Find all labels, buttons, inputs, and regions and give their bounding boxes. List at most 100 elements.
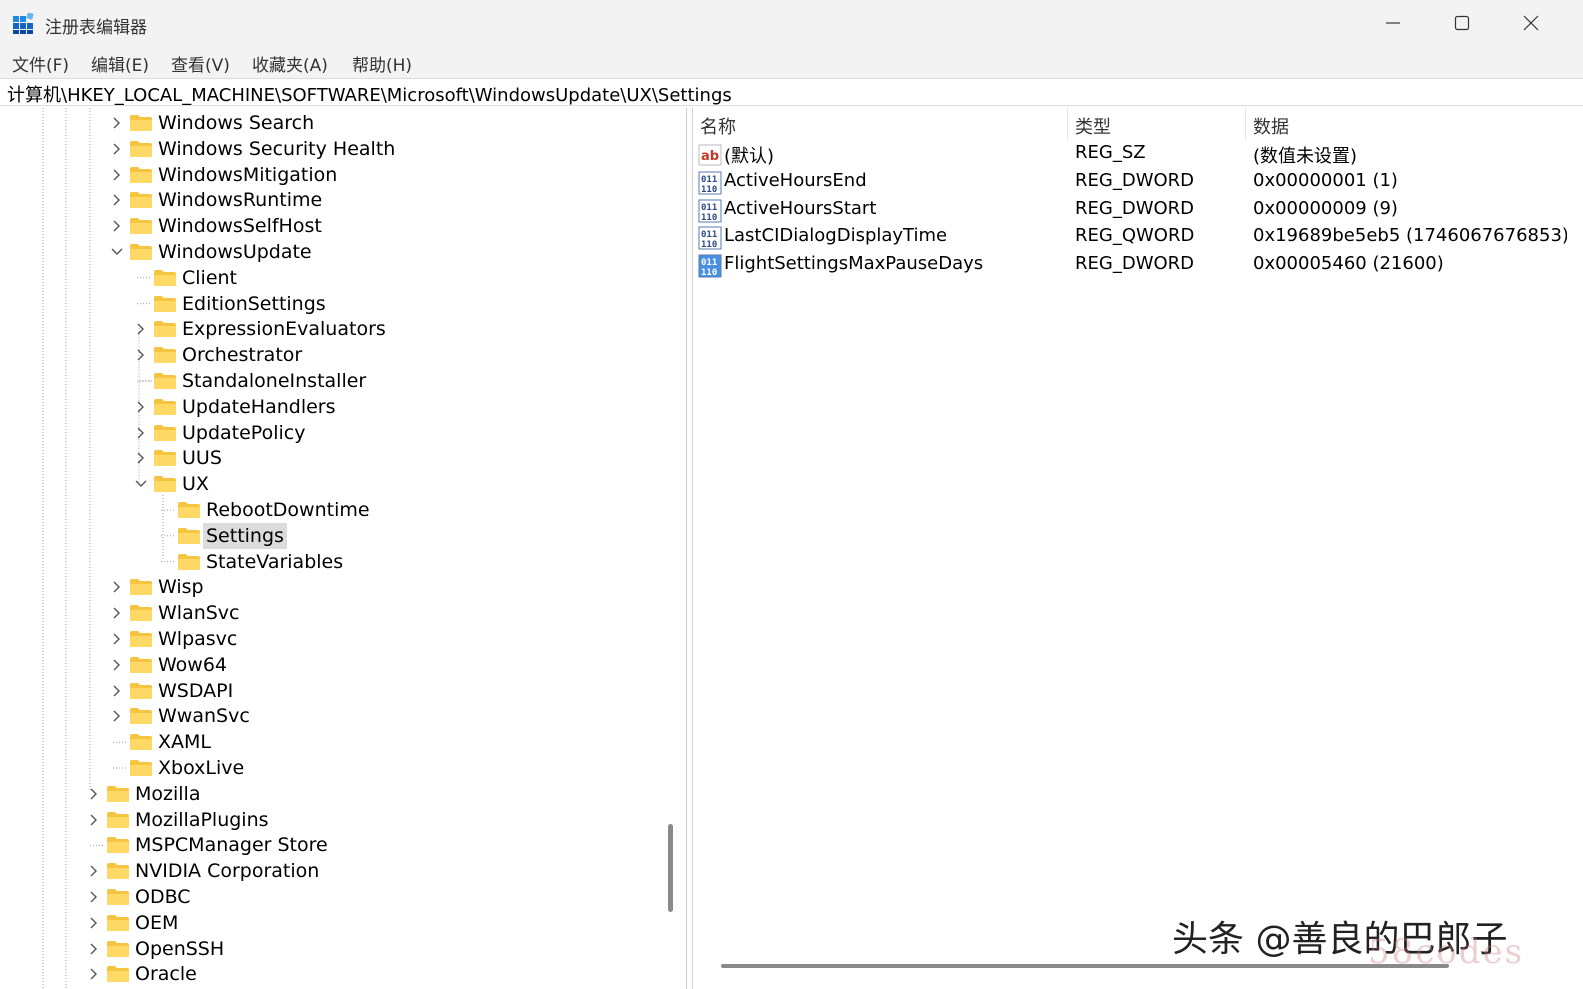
tree-node[interactable]: MSPCManager Store [86,832,603,858]
folder-icon [178,553,200,570]
address-bar[interactable]: 计算机\HKEY_LOCAL_MACHINE\SOFTWARE\Microsof… [0,78,1583,106]
chevron-right-icon[interactable] [86,966,102,982]
folder-icon [130,218,152,235]
value-row[interactable]: 011 110 LastCIDialogDisplayTime REG_QWORD 0x… [693,224,1567,252]
tree-node[interactable]: NVIDIA Corporation [86,858,603,884]
column-header-data[interactable]: 数据 [1253,113,1289,139]
column-header-name[interactable]: 名称 [700,113,736,139]
tree-node-label: WlanSvc [158,602,240,625]
key-tree-pane[interactable]: Windows Search Windows Security Health Win… [3,108,687,989]
tree-node[interactable]: UpdateHandlers [133,394,603,420]
menu-edit[interactable]: 编辑(E) [91,51,149,76]
chevron-right-icon[interactable] [109,115,125,131]
tree-node[interactable]: UUS [133,445,603,471]
tree-node[interactable]: Windows Security Health [109,136,603,162]
tree-node[interactable]: StateVariables [157,549,603,575]
chevron-right-icon[interactable] [133,450,149,466]
folder-icon [107,940,129,957]
column-separator[interactable] [1245,108,1246,140]
chevron-right-icon[interactable] [133,347,149,363]
tree-node-label: WindowsSelfHost [158,215,322,238]
tree-node-label: Settings [203,522,287,549]
tree-node[interactable]: Orchestrator [133,342,603,368]
tree-node[interactable]: Wisp [109,574,603,600]
menu-help[interactable]: 帮助(H) [352,51,412,76]
column-separator[interactable] [1067,108,1068,140]
tree-node[interactable]: WlanSvc [109,600,603,626]
chevron-right-icon[interactable] [86,889,102,905]
tree-node[interactable]: Windows Search [109,110,603,136]
tree-node[interactable]: Oracle [86,961,603,987]
chevron-right-icon[interactable] [86,786,102,802]
tree-node[interactable]: Wlpasvc [109,626,603,652]
value-row[interactable]: 011 110 ActiveHoursEnd REG_DWORD 0x00000001 … [693,169,1567,197]
maximize-button[interactable] [1439,0,1485,46]
tree-node[interactable]: ODBC [86,884,603,910]
binary-value-icon: 011110 [698,199,722,223]
tree-node[interactable]: Settings [157,522,603,549]
tree-node[interactable]: WwanSvc [109,703,603,729]
chevron-right-icon[interactable] [86,863,102,879]
chevron-right-icon[interactable] [109,683,125,699]
value-row[interactable]: 011 110 FlightSettingsMaxPauseDays REG_DWOR… [693,252,1567,280]
tree-node[interactable]: ExpressionEvaluators [133,316,603,342]
tree-node[interactable]: WindowsMitigation [109,162,603,188]
chevron-right-icon[interactable] [86,812,102,828]
tree-node[interactable]: WSDAPI [109,678,603,704]
value-row[interactable]: 011 110 ActiveHoursStart REG_DWORD 0x0000000… [693,197,1567,225]
folder-icon [130,734,152,751]
tree-node[interactable]: Client [133,265,603,291]
value-row[interactable]: ab (默认) REG_SZ (数值未设置) [693,141,1567,169]
chevron-right-icon[interactable] [109,631,125,647]
folder-icon [107,889,129,905]
column-header-type[interactable]: 类型 [1075,113,1111,139]
chevron-right-icon[interactable] [109,708,125,724]
menu-file[interactable]: 文件(F) [12,51,69,76]
tree-node[interactable]: OEM [86,910,603,936]
menu-bar: 文件(F) 编辑(E) 查看(V) 收藏夹(A) 帮助(H) [0,46,1583,78]
tree-node[interactable]: UpdatePolicy [133,420,603,446]
tree-node[interactable]: WindowsRuntime [109,187,603,213]
tree-node-label: MSPCManager Store [135,834,328,857]
folder-icon [130,605,152,622]
close-button[interactable] [1508,0,1554,46]
tree-node-label: WindowsUpdate [158,241,312,263]
chevron-right-icon[interactable] [109,657,125,673]
tree-node[interactable]: WindowsSelfHost [109,213,603,239]
chevron-right-icon[interactable] [109,141,125,157]
tree-node[interactable]: OpenSSH [86,936,603,962]
chevron-down-icon[interactable] [133,476,149,492]
tree-node[interactable]: Mozilla [86,781,603,807]
tree-node[interactable]: RebootDowntime [157,497,603,523]
values-horizontal-scrollbar[interactable] [721,964,1449,968]
values-pane[interactable]: 名称 类型 数据 ab (默认) REG_SZ (数值未设置) 011 110 Active… [692,108,1567,989]
tree-node[interactable]: UX [133,471,603,497]
tree-node[interactable]: WindowsUpdate [109,239,603,265]
chevron-right-icon[interactable] [86,941,102,957]
folder-icon [154,450,176,467]
chevron-right-icon[interactable] [109,605,125,621]
svg-text:ab: ab [701,149,719,164]
minimize-button[interactable] [1370,0,1416,46]
chevron-right-icon[interactable] [109,218,125,234]
tree-node[interactable]: EditionSettings [133,291,603,317]
chevron-down-icon[interactable] [109,244,125,260]
chevron-right-icon[interactable] [109,167,125,183]
tree-node[interactable]: Wow64 [109,652,603,678]
chevron-right-icon[interactable] [109,192,125,208]
tree-node[interactable]: XboxLive [109,755,603,781]
tree-node[interactable]: XAML [109,729,603,755]
chevron-right-icon[interactable] [109,579,125,595]
chevron-right-icon[interactable] [133,321,149,337]
menu-favorites[interactable]: 收藏夹(A) [252,51,328,76]
tree-vertical-scrollbar[interactable] [668,824,673,912]
binary-value-icon: 011110 [698,254,722,278]
tree-node[interactable]: MozillaPlugins [86,807,603,833]
menu-view[interactable]: 查看(V) [171,51,230,76]
address-path[interactable]: 计算机\HKEY_LOCAL_MACHINE\SOFTWARE\Microsof… [7,81,732,107]
chevron-right-icon[interactable] [133,425,149,441]
chevron-right-icon[interactable] [86,915,102,931]
tree-node-label: ODBC [135,886,191,908]
tree-node[interactable]: StandaloneInstaller [133,368,603,394]
chevron-right-icon[interactable] [133,399,149,415]
